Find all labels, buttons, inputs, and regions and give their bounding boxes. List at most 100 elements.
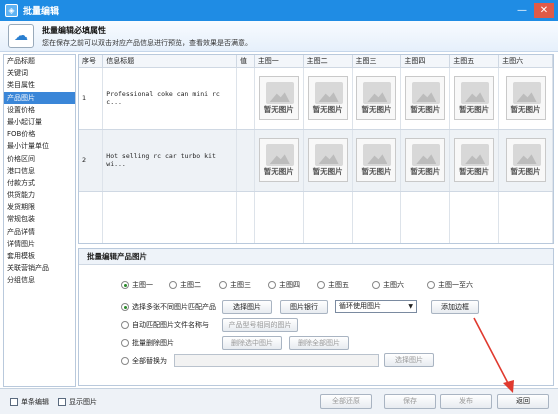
sidebar-item[interactable]: 产品详情 [4,226,75,238]
image-cell[interactable]: 暂无图片 [449,67,500,130]
image-slot-radio[interactable]: 主图三 [219,280,251,290]
picture-icon [412,144,441,166]
sidebar-item[interactable]: 发货期限 [4,201,75,213]
sidebar-item[interactable]: FOB价格 [4,128,75,140]
sidebar-item[interactable]: 供货能力 [4,189,75,201]
image-slot-radio[interactable]: 主图四 [268,280,300,290]
footer-bar: 单条编辑 显示图片 全部还原 保存 发布 返回 [0,388,558,414]
sidebar-item[interactable]: 套用模板 [4,250,75,262]
sidebar-item[interactable]: 产品标题 [4,55,75,67]
radio-replace-all[interactable] [121,357,129,365]
option-auto-match[interactable]: 自动匹配图片文件名称与 [121,320,209,330]
option-select-local-label: 选择多张不同图片匹配产品 [132,303,216,311]
image-cell[interactable]: 暂无图片 [400,67,451,130]
radio-auto-match[interactable] [121,321,129,329]
sidebar-item[interactable]: 常规包装 [4,213,75,225]
radio-button[interactable] [427,281,435,289]
sidebar-item[interactable]: 设置价格 [4,104,75,116]
radio-select-local[interactable] [121,303,129,311]
show-images-check-box[interactable] [58,398,66,406]
back-button[interactable]: 返回 [497,394,549,409]
table-row[interactable]: 2 Hot selling rc car turbo kit wi... 暂无图片 暂… [79,129,553,192]
image-slot-label: 主图三 [230,281,251,289]
table-row[interactable]: 1 Professional coke can mini rc c... 暂无图片 暂… [79,67,553,130]
radio-button[interactable] [219,281,227,289]
radio-button[interactable] [121,281,129,289]
empty-cell [400,191,451,243]
radio-button[interactable] [317,281,325,289]
radio-button[interactable] [268,281,276,289]
picture-icon [461,82,490,104]
delete-all-button[interactable]: 删除全部图片 [289,336,349,350]
sidebar-item[interactable]: 详情图片 [4,238,75,250]
title-bar: ◈ 批量编辑 — ✕ [0,0,558,21]
image-slot-label: 主图六 [383,281,404,289]
picture-icon [363,144,392,166]
sidebar-item[interactable]: 付款方式 [4,177,75,189]
sidebar-item[interactable]: 分组信息 [4,274,75,286]
option-select-local[interactable]: 选择多张不同图片匹配产品 [121,302,216,312]
sidebar-item[interactable]: 关联营销产品 [4,262,75,274]
sidebar-item[interactable]: 最小起订量 [4,116,75,128]
image-cell[interactable]: 暂无图片 [303,67,353,130]
image-slot-radio[interactable]: 主图一 [121,280,153,290]
row-value [236,67,255,130]
delete-selected-button[interactable]: 删除选中图片 [222,336,282,350]
row-title[interactable]: Professional coke can mini rc c... [102,67,237,130]
show-images-label: 显示图片 [69,398,97,406]
window-title: 批量编辑 [23,7,60,17]
minimize-icon[interactable]: — [512,3,532,18]
sidebar-item[interactable]: 价格区间 [4,153,75,165]
sidebar-item[interactable]: 产品图片 [4,91,75,104]
close-icon[interactable]: ✕ [534,3,554,18]
image-slot-radio[interactable]: 主图二 [169,280,201,290]
image-slot-radio[interactable]: 主图五 [317,280,349,290]
add-border-button[interactable]: 添加边框 [431,300,479,314]
image-cell[interactable]: 暂无图片 [400,129,451,192]
model-match-button[interactable]: 产品型号相同的图片 [222,318,298,332]
image-cell[interactable]: 暂无图片 [254,67,304,130]
loop-use-select[interactable]: 循环使用图片 ▼ [335,300,417,313]
option-batch-delete[interactable]: 批量删除图片 [121,338,174,348]
edit-cloud-icon: ☁ [8,24,34,48]
image-cell[interactable]: 暂无图片 [254,129,304,192]
sidebar-item[interactable]: 港口信息 [4,165,75,177]
sidebar-item[interactable]: 类目属性 [4,79,75,91]
radio-button[interactable] [169,281,177,289]
no-image-label: 暂无图片 [410,105,441,114]
image-cell[interactable]: 暂无图片 [352,67,402,130]
image-cell[interactable]: 暂无图片 [498,67,553,130]
no-image-label: 暂无图片 [312,167,343,176]
single-edit-checkbox[interactable]: 单条编辑 [10,397,49,407]
radio-batch-delete[interactable] [121,339,129,347]
restore-all-button[interactable]: 全部还原 [320,394,372,409]
no-image-label: 暂无图片 [410,167,441,176]
save-button[interactable]: 保存 [384,394,436,409]
image-cell[interactable]: 暂无图片 [449,129,500,192]
header-banner: ☁ 批量编辑必填属性 您在保存之前可以双击对应产品信息进行预览，查看效果是否满意… [0,21,558,52]
row-title[interactable]: Hot selling rc car turbo kit wi... [102,129,237,192]
image-cell[interactable]: 暂无图片 [498,129,553,192]
image-slot-radio[interactable]: 主图一至六 [427,280,473,290]
choose-image-button-2[interactable]: 选择图片 [384,353,434,367]
batch-edit-images-panel: 批量编辑产品图片 主图一 主图二 主图三 主图四 主图五 主图六 主图一至六 选择多张不同图… [78,248,554,386]
no-image-label: 暂无图片 [361,105,392,114]
radio-button[interactable] [372,281,380,289]
picture-icon [265,144,294,166]
publish-button[interactable]: 发布 [440,394,492,409]
banner-description: 您在保存之前可以双击对应产品信息进行预览，查看效果是否满意。 [42,39,252,47]
replace-path-input[interactable] [174,354,379,367]
image-slot-radio[interactable]: 主图六 [372,280,404,290]
image-cell[interactable]: 暂无图片 [352,129,402,192]
sidebar-item[interactable]: 最小计量单位 [4,140,75,152]
picture-icon [314,144,343,166]
choose-image-button[interactable]: 选择图片 [222,300,272,314]
image-cell[interactable]: 暂无图片 [303,129,353,192]
picture-icon [412,82,441,104]
show-images-checkbox[interactable]: 显示图片 [58,397,97,407]
image-slot-label: 主图四 [279,281,300,289]
option-replace-all[interactable]: 全部替换为 [121,356,167,366]
sidebar-item[interactable]: 关键词 [4,67,75,79]
image-bank-button[interactable]: 图片银行 [280,300,328,314]
single-edit-check-box[interactable] [10,398,18,406]
